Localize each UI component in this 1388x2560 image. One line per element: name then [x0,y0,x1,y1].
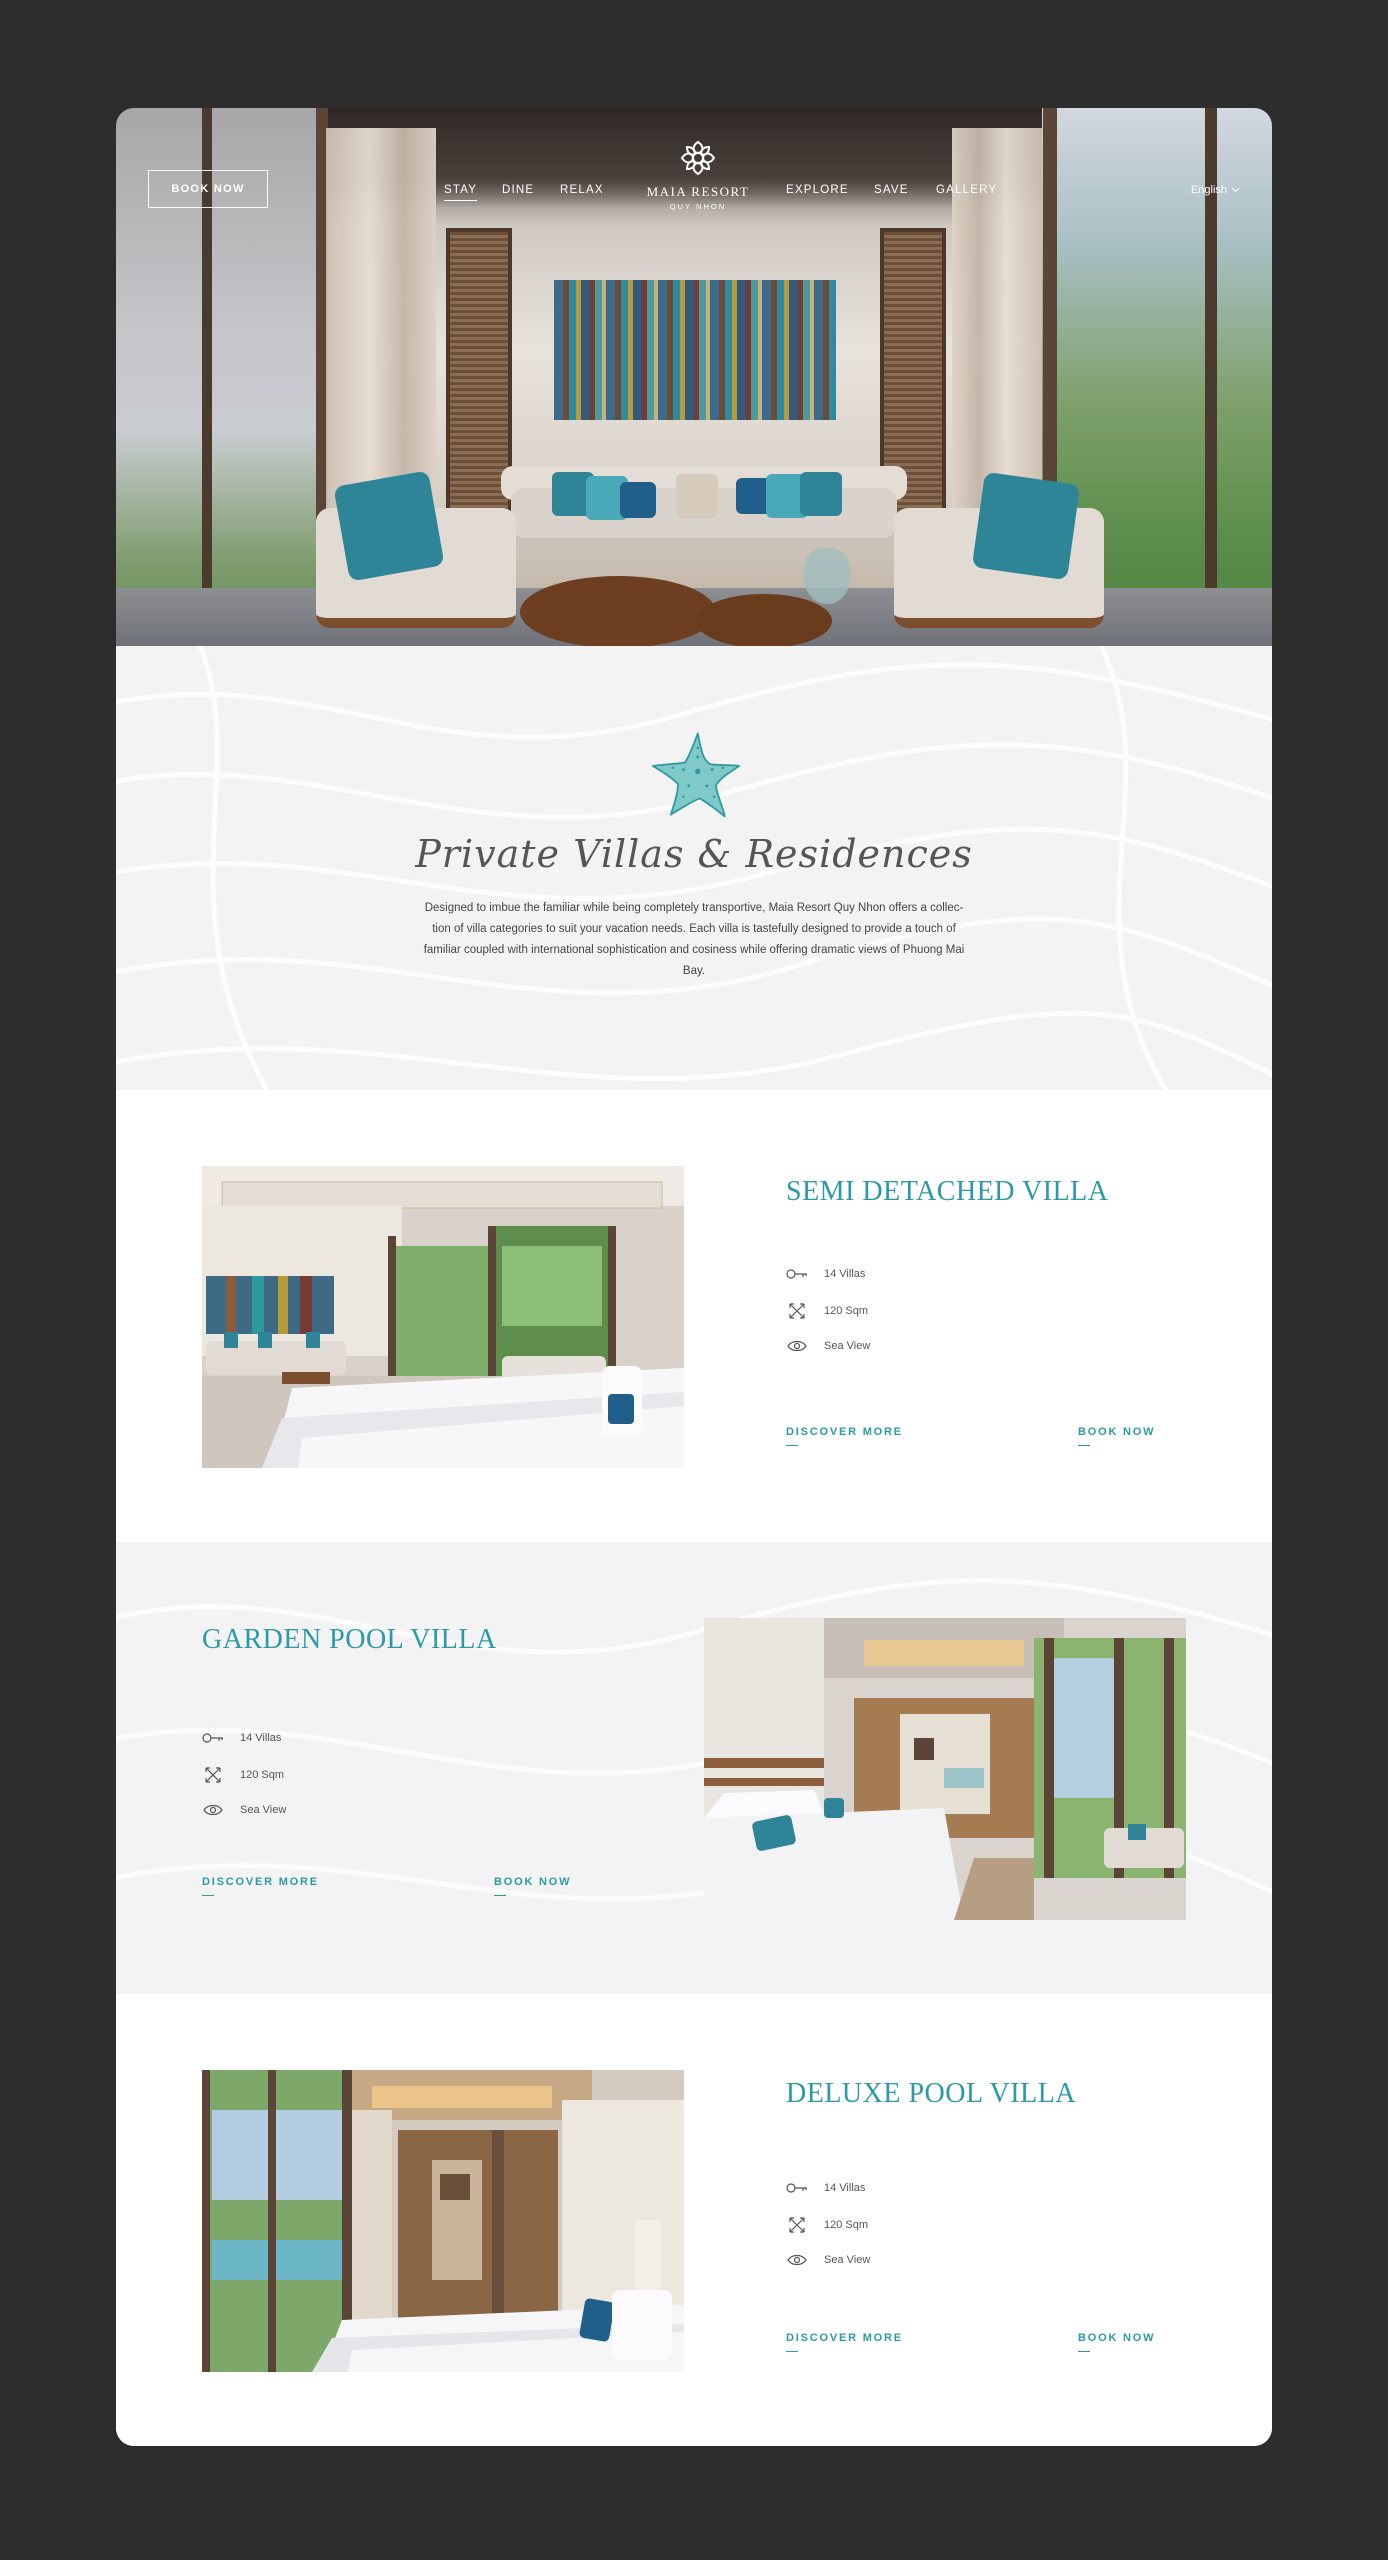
expand-arrows-icon [786,1303,808,1319]
feature-villa-size: 120 Sqm [786,1303,868,1319]
language-label: English [1190,184,1227,196]
top-navigation: BOOK NOW STAY DINE RELAX MAIA RESORT QUY… [116,108,1272,238]
page-frame: BOOK NOW STAY DINE RELAX MAIA RESORT QUY… [116,108,1272,2446]
nav-dine[interactable]: DINE [502,184,534,196]
discover-more-link[interactable]: DISCOVER MORE [786,2332,903,2352]
villa-section-deluxe-pool: DELUXE POOL VILLA 14 Villas 120 Sqm Sea … [116,1994,1272,2446]
intro-title: Private Villas & Residences [415,832,973,876]
chevron-down-icon [1231,187,1240,193]
villa-photo[interactable] [202,1166,684,1468]
nav-gallery[interactable]: GALLERY [936,184,997,196]
villa-size: 120 Sqm [824,1305,869,1317]
villa-section-garden-pool: GARDEN POOL VILLA 14 Villas 120 Sqm Sea … [116,1542,1272,1994]
nav-save[interactable]: SAVE [874,184,909,196]
feature-villa-view: Sea View [786,2252,870,2268]
resort-logo[interactable]: MAIA RESORT QUY NHON [646,138,750,211]
eye-icon [786,1338,808,1354]
key-icon [202,1730,224,1746]
key-icon [786,1266,808,1282]
lotus-logo-icon [680,140,716,176]
book-now-link[interactable]: BOOK NOW [494,1876,571,1896]
feature-villa-size: 120 Sqm [202,1767,284,1783]
nav-stay[interactable]: STAY [444,184,478,201]
feature-villa-count: 14 Villas [202,1730,281,1746]
intro-section: Private Villas & Residences Designed to … [116,646,1272,1090]
villa-photo[interactable] [704,1618,1186,1920]
feature-villa-view: Sea View [786,1338,870,1354]
villa-view: Sea View [824,1340,871,1352]
book-now-link[interactable]: BOOK NOW [1078,2332,1155,2352]
villa-section-semi-detached: SEMI DETACHED VILLA 14 Villas 120 Sqm Se… [116,1090,1272,1542]
villa-title: GARDEN POOL VILLA [202,1624,497,1655]
expand-arrows-icon [202,1767,224,1783]
logo-name: MAIA RESORT [646,184,750,199]
book-now-button[interactable]: BOOK NOW [148,170,268,208]
feature-villa-count: 14 Villas [786,2180,865,2196]
key-icon [786,2180,808,2196]
wall-art [554,280,836,420]
villa-count: 14 Villas [824,2182,866,2194]
nav-explore[interactable]: EXPLORE [786,184,849,196]
book-now-link[interactable]: BOOK NOW [1078,1426,1155,1446]
villa-size: 120 Sqm [824,2219,869,2231]
eye-icon [786,2252,808,2268]
villa-view: Sea View [824,2254,871,2266]
villa-photo[interactable] [202,2070,684,2372]
feature-villa-size: 120 Sqm [786,2217,868,2233]
villa-title: DELUXE POOL VILLA [786,2078,1077,2109]
villa-count: 14 Villas [240,1732,282,1744]
intro-description: Designed to imbue the familiar while bei… [423,902,965,977]
nav-relax[interactable]: RELAX [560,184,604,196]
feature-villa-view: Sea View [202,1802,286,1818]
discover-more-link[interactable]: DISCOVER MORE [786,1426,903,1446]
hero-image: BOOK NOW STAY DINE RELAX MAIA RESORT QUY… [116,108,1272,646]
expand-arrows-icon [786,2217,808,2233]
villa-view: Sea View [240,1804,287,1816]
starfish-icon [651,732,741,818]
villa-size: 120 Sqm [240,1769,285,1781]
language-selector[interactable]: English [1191,184,1240,196]
villa-count: 14 Villas [824,1268,866,1280]
logo-subtitle: QUY NHON [669,202,727,211]
villa-title: SEMI DETACHED VILLA [786,1176,1109,1207]
feature-villa-count: 14 Villas [786,1266,865,1282]
eye-icon [202,1802,224,1818]
discover-more-link[interactable]: DISCOVER MORE [202,1876,319,1896]
